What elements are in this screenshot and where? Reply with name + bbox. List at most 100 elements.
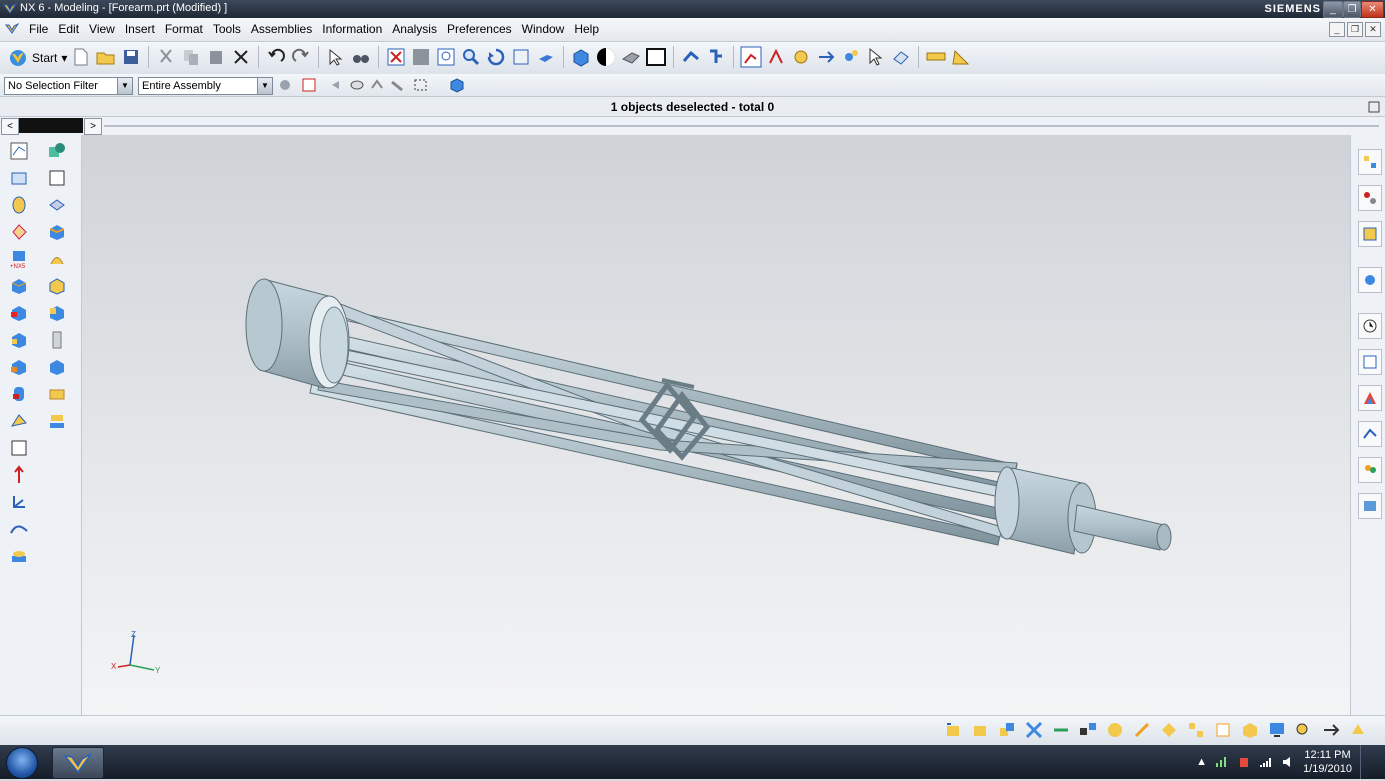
doc-minimize-button[interactable]: _	[1329, 22, 1345, 37]
wcs-icon[interactable]	[680, 46, 702, 68]
cylinder-feature-icon[interactable]	[9, 303, 29, 323]
maximize-button[interactable]: ❐	[1343, 1, 1361, 18]
nx5-feature-icon[interactable]: +NX5	[9, 249, 29, 269]
edit-object-icon[interactable]	[325, 46, 347, 68]
taskbar-clock[interactable]: 12:11 PM 1/19/2010	[1303, 748, 1352, 776]
cut-icon[interactable]	[155, 46, 177, 68]
block-icon[interactable]	[9, 276, 29, 296]
pocket-icon[interactable]	[9, 411, 29, 431]
undo-icon[interactable]	[265, 46, 287, 68]
delete-icon[interactable]	[230, 46, 252, 68]
menu-file[interactable]: File	[24, 18, 53, 41]
binoculars-icon[interactable]	[350, 46, 372, 68]
reposition-icon[interactable]	[1023, 719, 1045, 741]
menu-preferences[interactable]: Preferences	[442, 18, 517, 41]
draft-icon[interactable]	[47, 276, 67, 296]
csys-icon[interactable]	[840, 46, 862, 68]
cube-filter-icon[interactable]	[449, 77, 465, 93]
doc-restore-button[interactable]: ❐	[1347, 22, 1363, 37]
gear-filter-icon[interactable]	[278, 78, 292, 92]
windows-start-button[interactable]	[6, 747, 38, 779]
menu-insert[interactable]: Insert	[120, 18, 160, 41]
sphere-feature-icon[interactable]	[9, 357, 29, 377]
revolve-icon[interactable]	[9, 195, 29, 215]
exploded-view-icon[interactable]	[1185, 719, 1207, 741]
menu-information[interactable]: Information	[317, 18, 387, 41]
shading-icon[interactable]	[595, 46, 617, 68]
curve-icon[interactable]	[9, 519, 29, 539]
volume-icon[interactable]	[1281, 755, 1295, 769]
nx-menu-icon[interactable]	[5, 22, 19, 36]
nx-app-icon[interactable]	[3, 2, 17, 16]
plane-icon[interactable]	[890, 46, 912, 68]
zoom-window-icon[interactable]	[410, 46, 432, 68]
snap-view-icon[interactable]	[705, 46, 727, 68]
new-file-icon[interactable]	[70, 46, 92, 68]
network-status-icon[interactable]	[1215, 755, 1229, 769]
part-navigator-icon[interactable]	[1358, 221, 1382, 247]
edge-display-icon[interactable]	[620, 46, 642, 68]
web-browser-icon[interactable]	[1358, 349, 1382, 375]
component-array-icon[interactable]	[1104, 719, 1126, 741]
menu-analysis[interactable]: Analysis	[387, 18, 442, 41]
mate-component-icon[interactable]	[996, 719, 1018, 741]
active-tab[interactable]	[19, 118, 83, 133]
power-icon[interactable]	[1237, 755, 1251, 769]
body-select-icon[interactable]	[350, 78, 364, 92]
nx-task-button[interactable]	[52, 747, 104, 779]
save-icon[interactable]	[120, 46, 142, 68]
display-icon[interactable]	[1266, 719, 1288, 741]
snap-point-icon[interactable]	[302, 78, 322, 92]
cube-view-icon[interactable]	[570, 46, 592, 68]
chamfer-icon[interactable]	[47, 222, 67, 242]
tab-scroll-right-button[interactable]: >	[84, 118, 102, 135]
roles-icon[interactable]	[1358, 457, 1382, 483]
feature-select-icon[interactable]	[370, 78, 384, 92]
unite-icon[interactable]	[47, 141, 67, 161]
palette-icon[interactable]	[1358, 385, 1382, 411]
move-component-icon[interactable]	[1050, 719, 1072, 741]
copy-icon[interactable]	[180, 46, 202, 68]
selection-filter-dropdown[interactable]: No Selection Filter ▼	[4, 77, 133, 95]
component-select-icon[interactable]	[390, 78, 404, 92]
signal-strength-icon[interactable]	[1259, 755, 1273, 769]
pan-icon[interactable]	[510, 46, 532, 68]
tab-scroll-left-button[interactable]: <	[1, 118, 19, 135]
point-icon[interactable]	[765, 46, 787, 68]
vector-icon[interactable]	[815, 46, 837, 68]
mirror-assembly-icon[interactable]	[1131, 719, 1153, 741]
add-component-icon[interactable]	[942, 719, 964, 741]
measure-distance-icon[interactable]	[925, 46, 947, 68]
new-component-icon[interactable]	[969, 719, 991, 741]
clearance-icon[interactable]	[1239, 719, 1261, 741]
menu-help[interactable]: Help	[569, 18, 604, 41]
attribute-icon[interactable]	[1293, 719, 1315, 741]
sew-icon[interactable]	[47, 411, 67, 431]
system-scene-icon[interactable]	[1358, 493, 1382, 519]
start-button[interactable]: Start ▾	[8, 47, 67, 69]
offset-face-icon[interactable]	[47, 303, 67, 323]
datum-axis-icon[interactable]	[9, 465, 29, 485]
arrow-select-icon[interactable]	[865, 46, 887, 68]
selection-scope-dropdown[interactable]: Entire Assembly ▼	[138, 77, 273, 95]
background-icon[interactable]	[645, 46, 667, 68]
edge-blend-icon[interactable]	[47, 195, 67, 215]
constraint-navigator-icon[interactable]	[1358, 185, 1382, 211]
menu-format[interactable]: Format	[160, 18, 208, 41]
minimize-button[interactable]: _	[1323, 1, 1343, 18]
measure-angle-icon[interactable]	[950, 46, 972, 68]
redo-icon[interactable]	[290, 46, 312, 68]
trim-body-icon[interactable]	[9, 546, 29, 566]
menu-window[interactable]: Window	[517, 18, 570, 41]
properties-icon[interactable]	[1320, 719, 1342, 741]
rectangle-sketch-icon[interactable]	[47, 168, 67, 188]
shell-icon[interactable]	[47, 249, 67, 269]
rectangle-select-icon[interactable]	[414, 78, 434, 92]
paste-icon[interactable]	[205, 46, 227, 68]
undo-select-icon[interactable]	[330, 78, 342, 92]
menu-view[interactable]: View	[84, 18, 120, 41]
datum-plane-icon[interactable]	[9, 438, 29, 458]
extrude-icon[interactable]	[9, 168, 29, 188]
fit-icon[interactable]	[385, 46, 407, 68]
menu-edit[interactable]: Edit	[53, 18, 84, 41]
